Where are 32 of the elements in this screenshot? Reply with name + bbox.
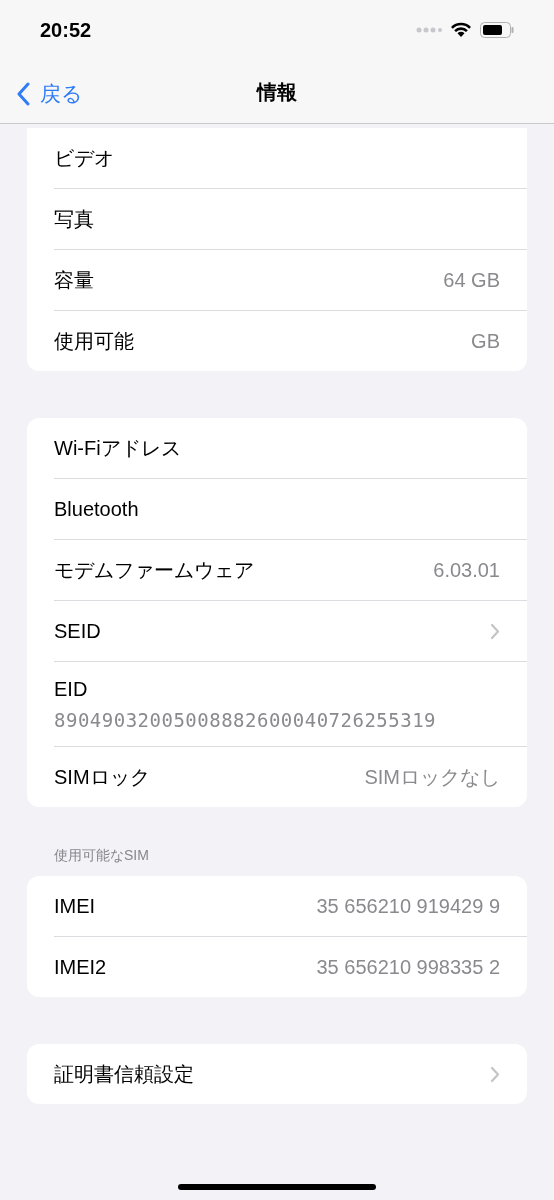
row-value: 89049032005008882600040726255319 (54, 707, 438, 733)
row-label: Bluetooth (54, 497, 139, 522)
status-time: 20:52 (40, 18, 92, 43)
row-value: GB (471, 329, 500, 354)
signal-icon (416, 27, 442, 33)
row-label: SIMロック (54, 765, 150, 790)
row-label: モデムファームウェア (54, 558, 254, 583)
row-label: 使用可能 (54, 329, 134, 354)
row-value: 64 GB (443, 268, 500, 293)
row-label: 証明書信頼設定 (54, 1062, 194, 1087)
back-button[interactable]: 戻る (16, 78, 83, 110)
row-value: 35 656210 998335 2 (316, 955, 500, 980)
section-header: 使用可能なSIM (53, 846, 150, 865)
chevron-right-icon (490, 622, 500, 640)
row-label: IMEI (54, 894, 96, 919)
page-title: 情報 (257, 79, 297, 105)
row-label: IMEI2 (54, 955, 107, 980)
battery-icon (480, 22, 514, 38)
settings-row[interactable]: SEID (27, 601, 527, 661)
row-label: 写真 (54, 207, 94, 232)
settings-row[interactable]: 証明書信頼設定 (27, 1044, 527, 1104)
row-value: SIMロックなし (364, 765, 500, 790)
row-label: EID (54, 676, 89, 702)
row-value: 6.03.01 (433, 558, 500, 583)
row-label: SEID (54, 619, 101, 644)
chevron-left-icon (16, 81, 30, 106)
row-label: 容量 (54, 268, 94, 293)
row-label: Wi-Fiアドレス (54, 436, 181, 461)
row-value: 35 656210 919429 9 (316, 894, 500, 919)
chevron-right-icon (490, 1065, 500, 1083)
wifi-icon (450, 22, 472, 38)
row-label: ビデオ (54, 146, 114, 171)
